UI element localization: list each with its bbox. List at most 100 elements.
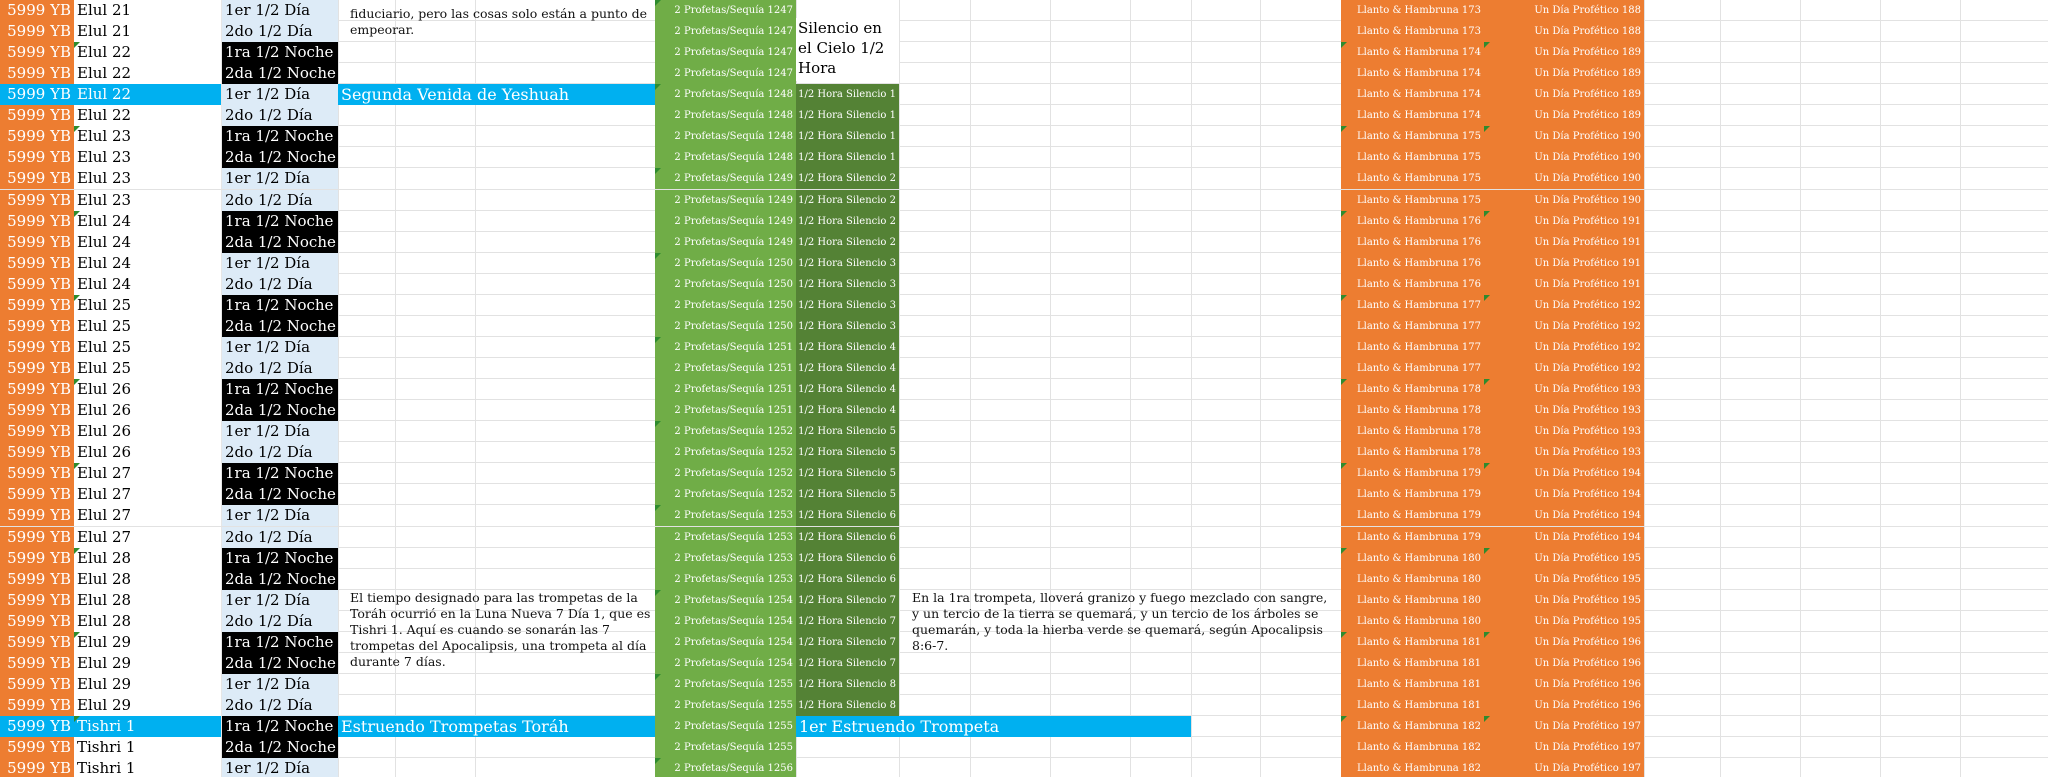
date-cell[interactable]: Elul 22 bbox=[74, 42, 222, 63]
comment-indicator-icon[interactable] bbox=[655, 253, 661, 259]
year-cell[interactable]: 5999 YB bbox=[0, 126, 74, 147]
year-cell[interactable]: 5999 YB bbox=[0, 147, 74, 168]
date-cell[interactable]: Elul 25 bbox=[74, 316, 222, 337]
profetas-cell[interactable]: 2 Profetas/Sequía 1249 bbox=[655, 168, 796, 189]
llanto-cell[interactable]: Llanto & Hambruna 178 bbox=[1341, 421, 1484, 442]
llanto-cell[interactable]: Llanto & Hambruna 180 bbox=[1341, 569, 1484, 590]
dia-profetico-cell[interactable]: Un Día Profético 189 bbox=[1484, 63, 1644, 84]
silencio-cell[interactable]: 1/2 Hora Silencio 5 bbox=[796, 484, 899, 505]
date-cell[interactable]: Elul 23 bbox=[74, 147, 222, 168]
half-period-cell[interactable]: 1ra 1/2 Noche bbox=[222, 42, 338, 63]
year-cell[interactable]: 5999 YB bbox=[0, 400, 74, 421]
dia-profetico-cell[interactable]: Un Día Profético 191 bbox=[1484, 232, 1644, 253]
llanto-cell[interactable]: Llanto & Hambruna 173 bbox=[1341, 0, 1484, 21]
half-period-cell[interactable]: 2da 1/2 Noche bbox=[222, 737, 338, 758]
half-period-cell[interactable]: 1er 1/2 Día bbox=[222, 337, 338, 358]
year-cell[interactable]: 5999 YB bbox=[0, 63, 74, 84]
llanto-cell[interactable]: Llanto & Hambruna 181 bbox=[1341, 695, 1484, 716]
half-period-cell[interactable]: 2do 1/2 Día bbox=[222, 105, 338, 126]
date-cell[interactable]: Elul 25 bbox=[74, 358, 222, 379]
year-cell[interactable]: 5999 YB bbox=[0, 42, 74, 63]
dia-profetico-cell[interactable]: Un Día Profético 192 bbox=[1484, 295, 1644, 316]
profetas-cell[interactable]: 2 Profetas/Sequía 1250 bbox=[655, 316, 796, 337]
date-cell[interactable]: Elul 22 bbox=[74, 63, 222, 84]
profetas-cell[interactable]: 2 Profetas/Sequía 1249 bbox=[655, 211, 796, 232]
half-period-cell[interactable]: 1ra 1/2 Noche bbox=[222, 632, 338, 653]
year-cell[interactable]: 5999 YB bbox=[0, 337, 74, 358]
silencio-cell[interactable]: 1/2 Hora Silencio 3 bbox=[796, 316, 899, 337]
year-cell[interactable]: 5999 YB bbox=[0, 590, 74, 611]
dia-profetico-cell[interactable]: Un Día Profético 189 bbox=[1484, 42, 1644, 63]
date-cell[interactable]: Elul 22 bbox=[74, 84, 222, 105]
half-period-cell[interactable]: 1ra 1/2 Noche bbox=[222, 126, 338, 147]
llanto-cell[interactable]: Llanto & Hambruna 179 bbox=[1341, 484, 1484, 505]
silencio-cell[interactable]: 1/2 Hora Silencio 2 bbox=[796, 168, 899, 189]
comment-indicator-icon[interactable] bbox=[1484, 548, 1490, 554]
dia-profetico-cell[interactable]: Un Día Profético 193 bbox=[1484, 379, 1644, 400]
half-period-cell[interactable]: 2do 1/2 Día bbox=[222, 21, 338, 42]
date-cell[interactable]: Tishri 1 bbox=[74, 737, 222, 758]
dia-profetico-cell[interactable]: Un Día Profético 194 bbox=[1484, 484, 1644, 505]
llanto-cell[interactable]: Llanto & Hambruna 179 bbox=[1341, 463, 1484, 484]
half-period-cell[interactable]: 1ra 1/2 Noche bbox=[222, 211, 338, 232]
llanto-cell[interactable]: Llanto & Hambruna 175 bbox=[1341, 190, 1484, 211]
comment-indicator-icon[interactable] bbox=[74, 632, 80, 638]
date-cell[interactable]: Elul 28 bbox=[74, 569, 222, 590]
half-period-cell[interactable]: 1er 1/2 Día bbox=[222, 590, 338, 611]
year-cell[interactable]: 5999 YB bbox=[0, 211, 74, 232]
profetas-cell[interactable]: 2 Profetas/Sequía 1252 bbox=[655, 484, 796, 505]
year-cell[interactable]: 5999 YB bbox=[0, 232, 74, 253]
half-period-cell[interactable]: 2da 1/2 Noche bbox=[222, 400, 338, 421]
profetas-cell[interactable]: 2 Profetas/Sequía 1250 bbox=[655, 295, 796, 316]
llanto-cell[interactable]: Llanto & Hambruna 182 bbox=[1341, 758, 1484, 777]
llanto-cell[interactable]: Llanto & Hambruna 174 bbox=[1341, 84, 1484, 105]
year-cell[interactable]: 5999 YB bbox=[0, 716, 74, 737]
comment-indicator-icon[interactable] bbox=[1341, 463, 1347, 469]
half-period-cell[interactable]: 1ra 1/2 Noche bbox=[222, 463, 338, 484]
date-cell[interactable]: Elul 24 bbox=[74, 211, 222, 232]
silencio-cell[interactable]: 1/2 Hora Silencio 4 bbox=[796, 379, 899, 400]
comment-indicator-icon[interactable] bbox=[1484, 42, 1490, 48]
year-cell[interactable]: 5999 YB bbox=[0, 569, 74, 590]
half-period-cell[interactable]: 1er 1/2 Día bbox=[222, 84, 338, 105]
silencio-cell[interactable]: 1/2 Hora Silencio 1 bbox=[796, 84, 899, 105]
dia-profetico-cell[interactable]: Un Día Profético 195 bbox=[1484, 611, 1644, 632]
half-period-cell[interactable]: 1er 1/2 Día bbox=[222, 421, 338, 442]
dia-profetico-cell[interactable]: Un Día Profético 188 bbox=[1484, 0, 1644, 21]
comment-indicator-icon[interactable] bbox=[1484, 716, 1490, 722]
comment-indicator-icon[interactable] bbox=[655, 674, 661, 680]
silencio-cell[interactable]: 1/2 Hora Silencio 1 bbox=[796, 126, 899, 147]
half-period-cell[interactable]: 2da 1/2 Noche bbox=[222, 232, 338, 253]
dia-profetico-cell[interactable]: Un Día Profético 196 bbox=[1484, 632, 1644, 653]
comment-indicator-icon[interactable] bbox=[655, 168, 661, 174]
comment-indicator-icon[interactable] bbox=[1341, 211, 1347, 217]
comment-indicator-icon[interactable] bbox=[1341, 379, 1347, 385]
year-cell[interactable]: 5999 YB bbox=[0, 105, 74, 126]
half-period-cell[interactable]: 2da 1/2 Noche bbox=[222, 484, 338, 505]
comment-indicator-icon[interactable] bbox=[655, 84, 661, 90]
dia-profetico-cell[interactable]: Un Día Profético 192 bbox=[1484, 337, 1644, 358]
llanto-cell[interactable]: Llanto & Hambruna 177 bbox=[1341, 316, 1484, 337]
half-period-cell[interactable]: 1er 1/2 Día bbox=[222, 505, 338, 526]
half-period-cell[interactable]: 1ra 1/2 Noche bbox=[222, 716, 338, 737]
dia-profetico-cell[interactable]: Un Día Profético 189 bbox=[1484, 105, 1644, 126]
comment-indicator-icon[interactable] bbox=[1484, 379, 1490, 385]
comment-indicator-icon[interactable] bbox=[74, 379, 80, 385]
profetas-cell[interactable]: 2 Profetas/Sequía 1252 bbox=[655, 442, 796, 463]
comment-indicator-icon[interactable] bbox=[74, 295, 80, 301]
comment-indicator-icon[interactable] bbox=[1341, 126, 1347, 132]
date-cell[interactable]: Tishri 1 bbox=[74, 716, 222, 737]
year-cell[interactable]: 5999 YB bbox=[0, 379, 74, 400]
profetas-cell[interactable]: 2 Profetas/Sequía 1247 bbox=[655, 0, 796, 21]
silencio-cell[interactable]: 1/2 Hora Silencio 4 bbox=[796, 400, 899, 421]
comment-indicator-icon[interactable] bbox=[1341, 716, 1347, 722]
dia-profetico-cell[interactable]: Un Día Profético 196 bbox=[1484, 695, 1644, 716]
year-cell[interactable]: 5999 YB bbox=[0, 168, 74, 189]
llanto-cell[interactable]: Llanto & Hambruna 182 bbox=[1341, 716, 1484, 737]
profetas-cell[interactable]: 2 Profetas/Sequía 1255 bbox=[655, 674, 796, 695]
date-cell[interactable]: Elul 29 bbox=[74, 632, 222, 653]
half-period-cell[interactable]: 2da 1/2 Noche bbox=[222, 63, 338, 84]
comment-indicator-icon[interactable] bbox=[655, 0, 661, 6]
half-period-cell[interactable]: 2da 1/2 Noche bbox=[222, 147, 338, 168]
date-cell[interactable]: Elul 27 bbox=[74, 527, 222, 548]
